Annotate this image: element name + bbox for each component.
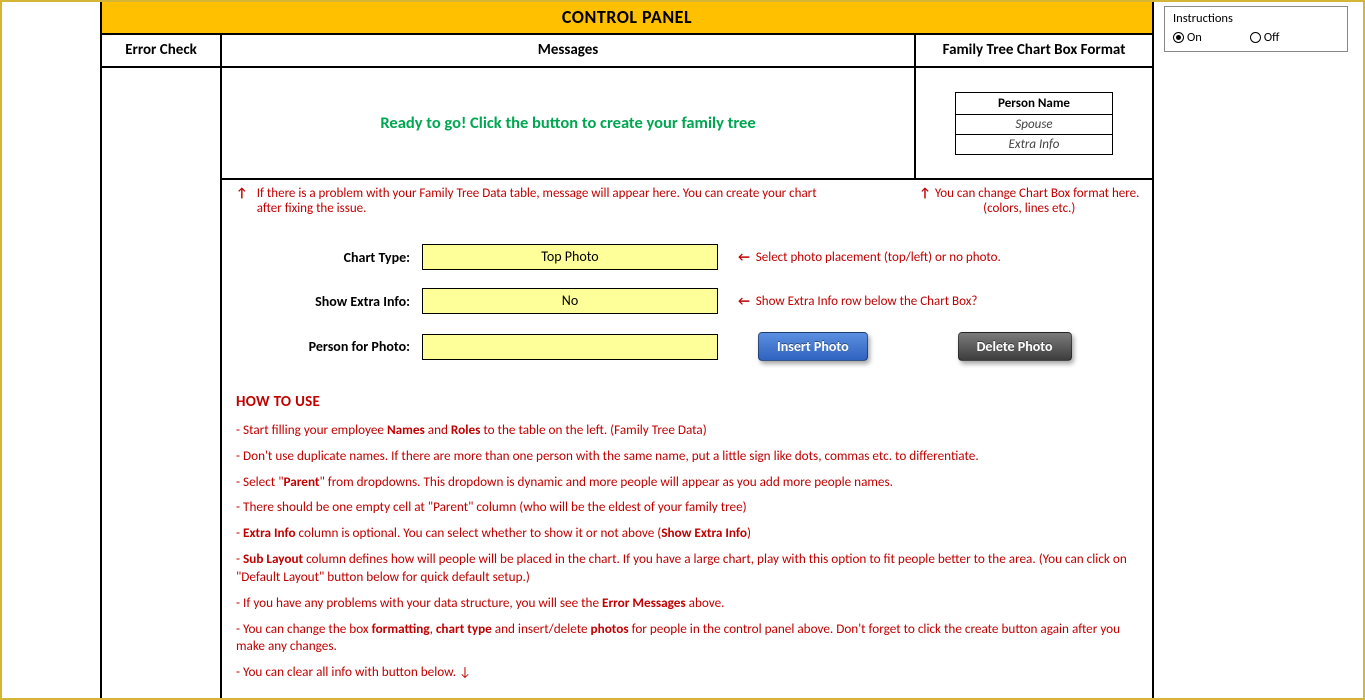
control-panel: CONTROL PANEL Error Check Messages Famil… [100, 2, 1154, 698]
how-to-use-section: HOW TO USE - Start filling your employee… [222, 387, 1152, 681]
person-photo-select[interactable] [422, 334, 718, 360]
how-to-use-title: HOW TO USE [236, 393, 1138, 411]
instructions-box: Instructions On Off [1164, 6, 1348, 52]
up-arrow-icon: ↑ [236, 186, 248, 201]
instructions-off-radio[interactable]: Off [1250, 30, 1280, 45]
message-area: Ready to go! Click the button to create … [222, 68, 916, 178]
howto-line-2: - Don't use duplicate names. If there ar… [236, 447, 1138, 465]
howto-line-3: - Select "Parent" from dropdowns. This d… [236, 473, 1138, 491]
radio-icon [1173, 32, 1184, 43]
message-hint: ↑ If there is a problem with your Family… [236, 186, 915, 216]
chart-type-hint: ←Select photo placement (top/left) or no… [718, 250, 1001, 265]
header-error: Error Check [102, 35, 222, 66]
header-row: Error Check Messages Family Tree Chart B… [102, 35, 1152, 68]
format-hint: ↑You can change Chart Box format here. (… [915, 186, 1145, 216]
howto-line-9: - You can clear all info with button bel… [236, 663, 1138, 681]
error-check-column [102, 68, 222, 698]
instructions-on-radio[interactable]: On [1173, 30, 1202, 45]
radio-icon [1250, 32, 1261, 43]
panel-title: CONTROL PANEL [102, 2, 1152, 35]
header-messages: Messages [222, 35, 916, 66]
chart-box-format-preview[interactable]: Person Name Spouse Extra Info [916, 68, 1152, 178]
insert-photo-button[interactable]: Insert Photo [758, 332, 868, 361]
left-arrow-icon: ← [738, 294, 750, 309]
show-extra-select[interactable]: No [422, 288, 718, 314]
person-photo-label: Person for Photo: [222, 338, 422, 355]
show-extra-hint: ←Show Extra Info row below the Chart Box… [718, 294, 977, 309]
howto-line-4: - There should be one empty cell at "Par… [236, 498, 1138, 516]
howto-line-7: - If you have any problems with your dat… [236, 594, 1138, 612]
chart-type-select[interactable]: Top Photo [422, 244, 718, 270]
howto-line-5: - Extra Info column is optional. You can… [236, 524, 1138, 542]
format-person-name: Person Name [955, 92, 1113, 115]
format-spouse: Spouse [955, 115, 1113, 135]
howto-line-6: - Sub Layout column defines how will peo… [236, 550, 1138, 586]
header-format: Family Tree Chart Box Format [916, 35, 1152, 66]
delete-photo-button[interactable]: Delete Photo [958, 332, 1072, 361]
ready-message: Ready to go! Click the button to create … [380, 113, 755, 133]
howto-line-8: - You can change the box formatting, cha… [236, 620, 1138, 656]
format-extra-info: Extra Info [955, 135, 1113, 155]
chart-type-label: Chart Type: [222, 249, 422, 266]
howto-line-1: - Start filling your employee Names and … [236, 421, 1138, 439]
left-arrow-icon: ← [738, 250, 750, 265]
show-extra-label: Show Extra Info: [222, 293, 422, 310]
instructions-title: Instructions [1173, 11, 1339, 26]
up-arrow-icon: ↑ [919, 186, 931, 201]
